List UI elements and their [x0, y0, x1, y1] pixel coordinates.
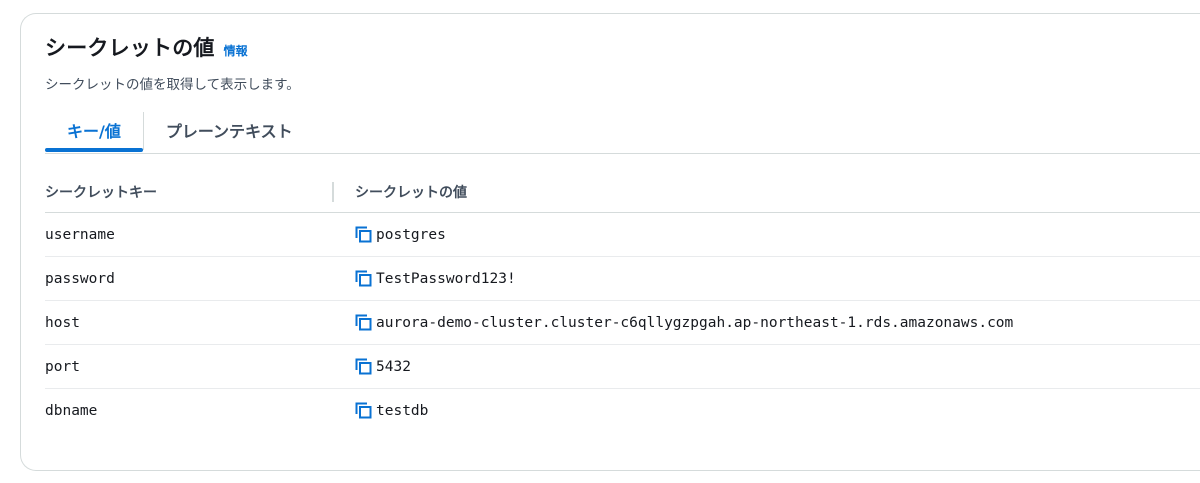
secret-value-panel: シークレットの値 情報 シークレットの値を取得して表示します。 キー/値 プレー… [20, 13, 1200, 471]
secret-value-text: testdb [376, 402, 429, 419]
secret-value-cell: aurora-demo-cluster.cluster-c6qllygzpgah… [355, 314, 1013, 331]
column-header-secret-value: シークレットの値 [355, 185, 467, 201]
secret-table: シークレットキー シークレットの値 username postgres pass… [45, 172, 1200, 432]
secret-key-cell: dbname [45, 402, 98, 419]
secret-value-text: postgres [376, 226, 446, 243]
info-link[interactable]: 情報 [224, 42, 248, 59]
table-row: host aurora-demo-cluster.cluster-c6qllyg… [45, 301, 1200, 345]
secret-value-text: aurora-demo-cluster.cluster-c6qllygzpgah… [376, 314, 1014, 331]
title-row: シークレットの値 情報 [45, 32, 300, 62]
secret-key-cell: password [45, 270, 115, 287]
secret-value-cell: postgres [355, 226, 446, 243]
tab-underline-divider [45, 153, 1200, 154]
table-row: dbname testdb [45, 389, 1200, 432]
column-resize-handle[interactable] [332, 182, 334, 202]
column-header-secret-key: シークレットキー [45, 185, 157, 201]
copy-icon[interactable] [355, 314, 372, 331]
copy-icon[interactable] [355, 226, 372, 243]
tab-plaintext[interactable]: プレーンテキスト [144, 114, 315, 150]
secret-value-cell: 5432 [355, 358, 411, 375]
table-row: username postgres [45, 213, 1200, 257]
table-row: password TestPassword123! [45, 257, 1200, 301]
panel-header: シークレットの値 情報 シークレットの値を取得して表示します。 [45, 32, 300, 93]
secret-key-cell: username [45, 226, 115, 243]
secret-value-cell: TestPassword123! [355, 270, 516, 287]
copy-icon[interactable] [355, 270, 372, 287]
page-title: シークレットの値 [45, 36, 215, 60]
secret-key-cell: port [45, 358, 80, 375]
secret-key-cell: host [45, 314, 80, 331]
secret-value-cell: testdb [355, 402, 428, 419]
panel-description: シークレットの値を取得して表示します。 [45, 77, 300, 93]
table-row: port 5432 [45, 345, 1200, 389]
copy-icon[interactable] [355, 402, 372, 419]
secret-value-text: TestPassword123! [376, 270, 516, 287]
table-header: シークレットキー シークレットの値 [45, 172, 1200, 213]
tab-bar: キー/値 プレーンテキスト [45, 112, 315, 154]
copy-icon[interactable] [355, 358, 372, 375]
secret-value-text: 5432 [376, 358, 411, 375]
tab-key-value[interactable]: キー/値 [45, 114, 143, 152]
